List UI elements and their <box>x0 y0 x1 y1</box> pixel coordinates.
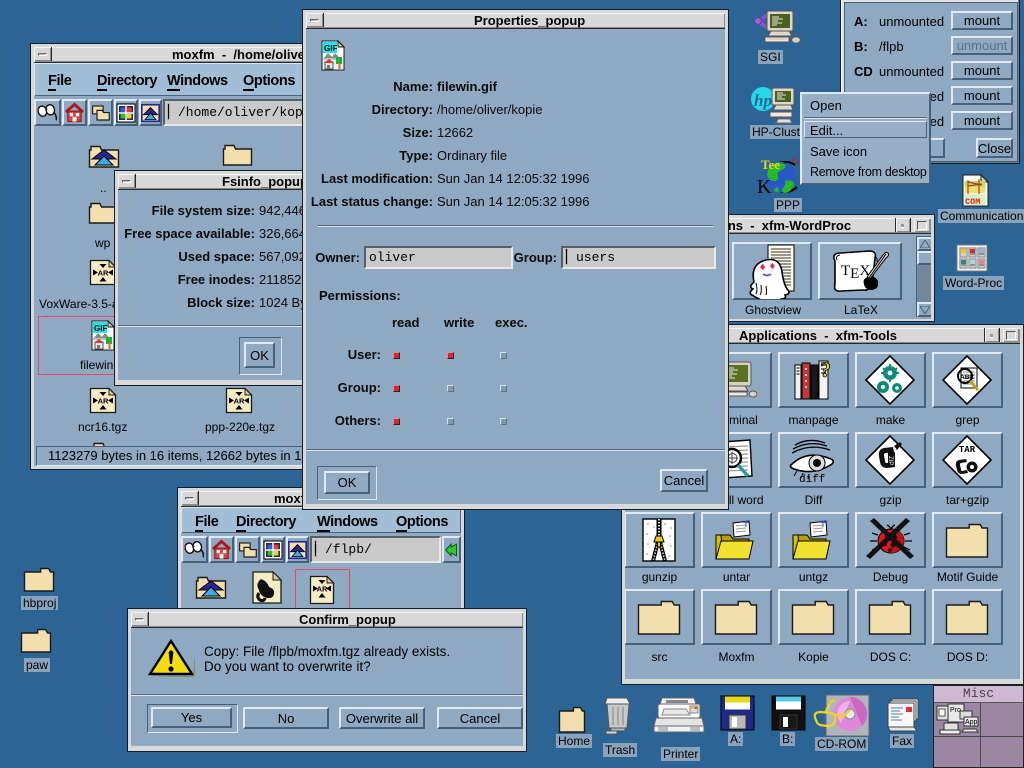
svg-text:App: App <box>965 719 978 726</box>
svg-text:?: ? <box>820 357 831 382</box>
svg-text:COM: COM <box>965 197 980 207</box>
svg-text:GIF: GIF <box>324 44 337 53</box>
svg-text:TAR: TAR <box>959 445 976 455</box>
svg-text:Pro: Pro <box>950 707 961 714</box>
svg-text:AR: AR <box>234 397 245 406</box>
svg-text:hp: hp <box>754 91 772 110</box>
svg-text:AR: AR <box>98 269 109 278</box>
svg-text:AR: AR <box>317 585 328 594</box>
svg-text:diff: diff <box>799 474 825 483</box>
svg-text:K: K <box>757 176 772 198</box>
svg-text:Tee: Tee <box>761 157 780 172</box>
svg-text:GIF: GIF <box>94 324 107 333</box>
svg-text:ZIP: ZIP <box>887 456 893 465</box>
svg-text:ABC: ABC <box>960 374 974 381</box>
svg-text:AR: AR <box>98 397 109 406</box>
